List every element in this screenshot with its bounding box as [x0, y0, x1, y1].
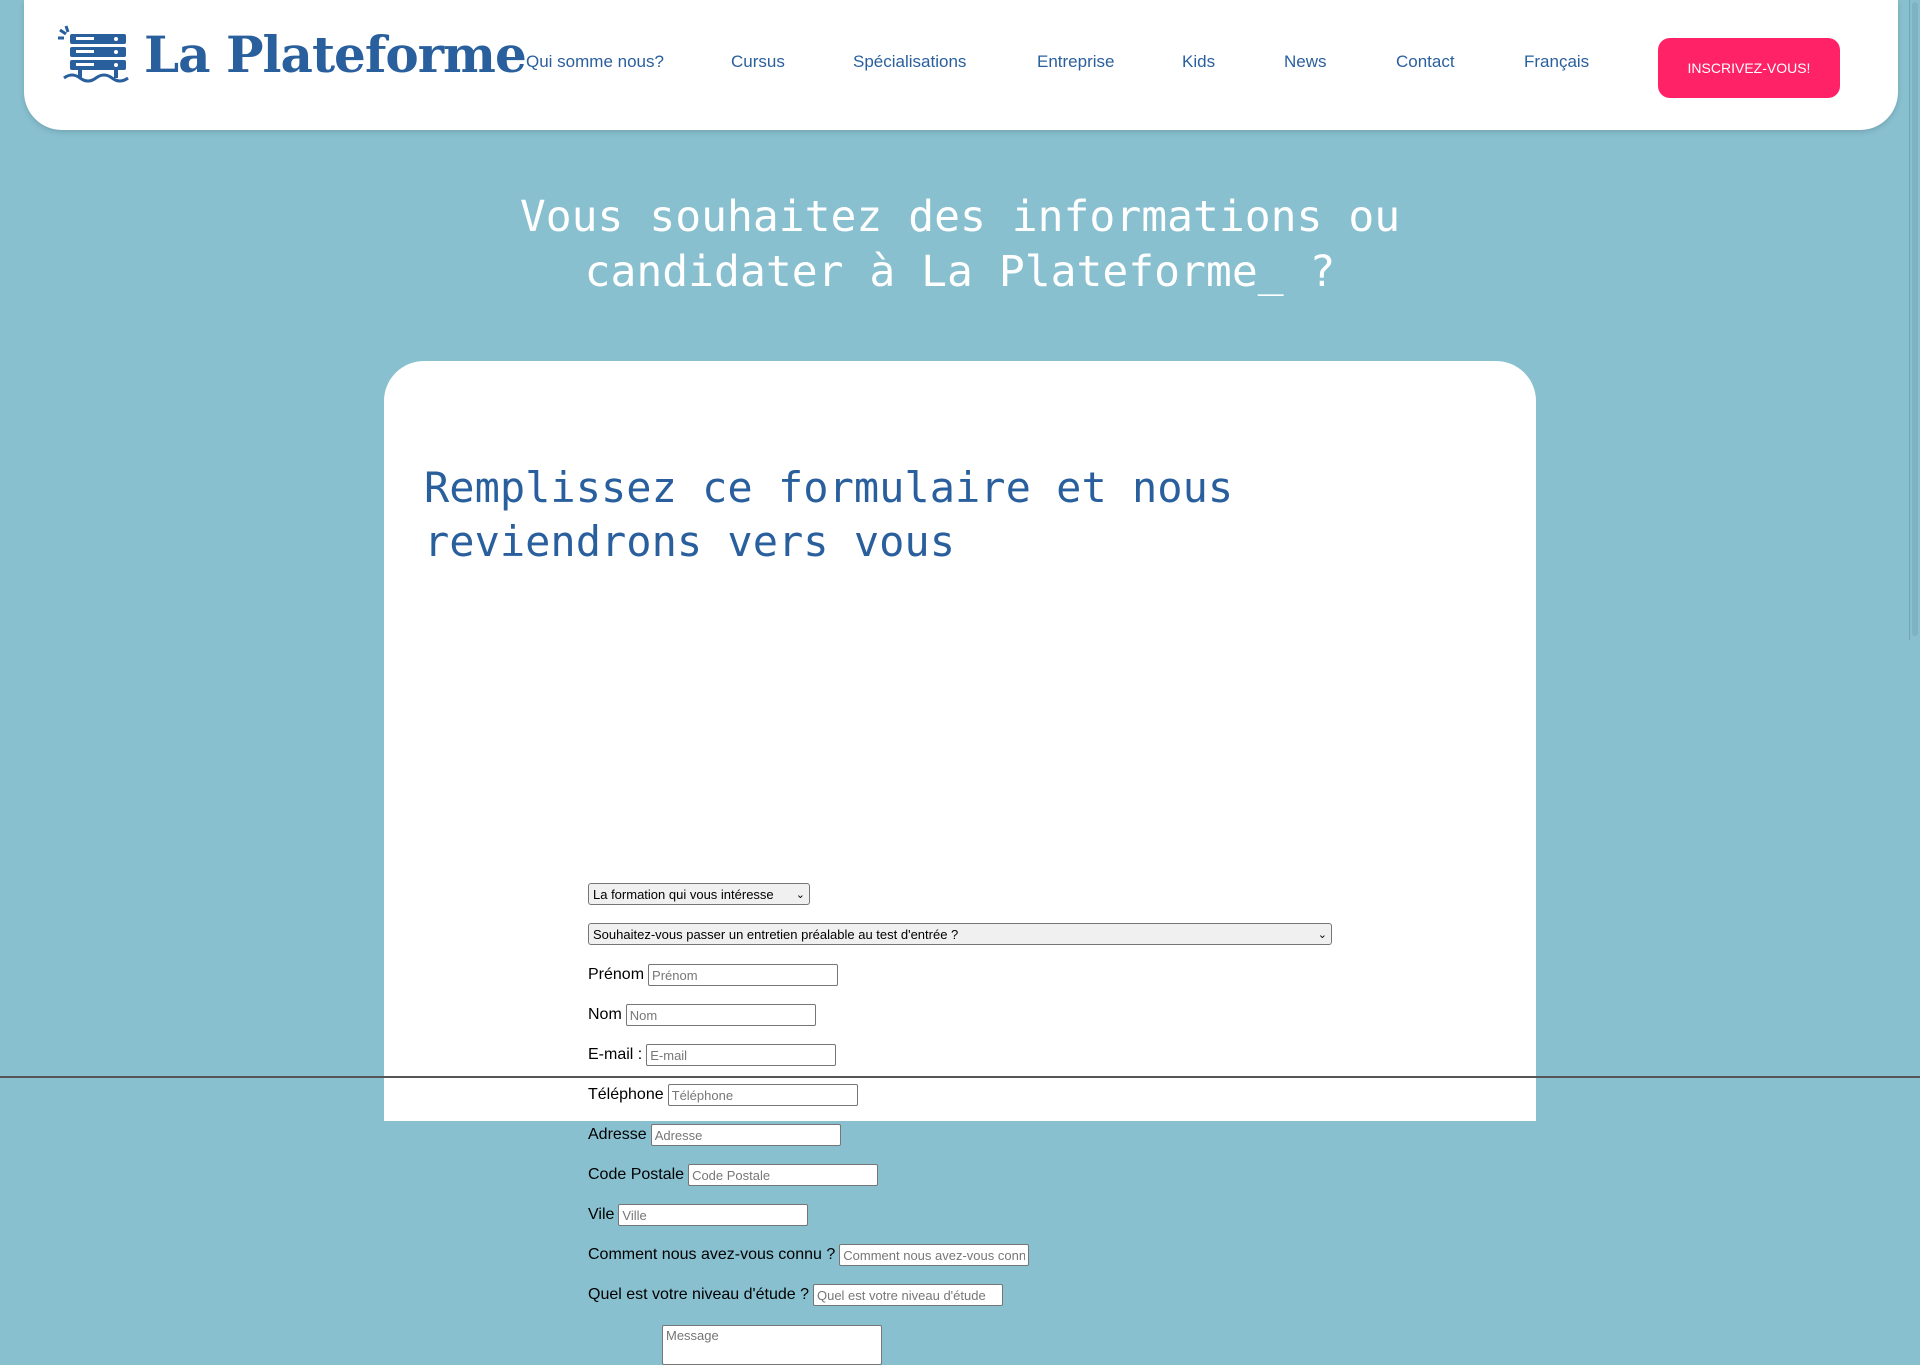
nav-qui-somme-nous[interactable]: Qui somme nous? [526, 52, 664, 72]
field-adresse: Adresse [588, 1123, 841, 1147]
nav-cursus[interactable]: Cursus [731, 52, 785, 72]
field-ville: Vile [588, 1203, 809, 1227]
telephone-input[interactable] [667, 1084, 858, 1106]
nav-specialisations[interactable]: Spécialisations [853, 52, 966, 72]
message-textarea[interactable] [662, 1325, 882, 1365]
source-input[interactable] [839, 1244, 1030, 1266]
field-email: E-mail : [588, 1043, 837, 1067]
nav-entreprise[interactable]: Entreprise [1037, 52, 1114, 72]
nav-kids[interactable]: Kids [1182, 52, 1215, 72]
nav-news[interactable]: News [1284, 52, 1327, 72]
divider [0, 1076, 1920, 1078]
logo-text: La Plateforme [144, 25, 527, 84]
entretien-select-value: Souhaitez-vous passer un entretien préal… [593, 926, 959, 942]
field-label: Prénom [588, 966, 645, 983]
field-code-postale: Code Postale [588, 1163, 879, 1187]
server-rack-logo-icon [58, 25, 129, 83]
logo[interactable]: La Plateforme [54, 24, 527, 86]
register-button[interactable]: INSCRIVEZ-VOUS! [1658, 38, 1840, 98]
field-label: E-mail : [588, 1046, 643, 1063]
hero-line-2: candidater à La Plateforme_ ? [584, 247, 1336, 297]
formation-select-value: La formation qui vous intéresse [593, 886, 774, 902]
code-postale-input[interactable] [688, 1164, 879, 1186]
ville-input[interactable] [618, 1204, 809, 1226]
field-label: Vile [588, 1206, 615, 1223]
field-label: Comment nous avez-vous connu ? [588, 1246, 836, 1263]
form-card: Remplissez ce formulaire et nous reviend… [384, 361, 1536, 1365]
field-telephone: Téléphone [588, 1083, 858, 1107]
hero-heading: Vous souhaitez des informations ou candi… [0, 190, 1920, 300]
field-label: Téléphone [588, 1086, 664, 1103]
field-prenom: Prénom [588, 963, 839, 987]
nav-language[interactable]: Français [1524, 52, 1589, 72]
field-nom: Nom [588, 1003, 816, 1027]
nom-input[interactable] [625, 1004, 816, 1026]
email-input[interactable] [646, 1044, 837, 1066]
form-title: Remplissez ce formulaire et nous reviend… [424, 463, 1234, 566]
chevron-down-icon: ⌄ [795, 888, 805, 901]
field-label: Quel est votre niveau d'étude ? [588, 1286, 809, 1303]
field-label: Nom [588, 1006, 622, 1023]
prenom-input[interactable] [648, 964, 839, 986]
field-niveau-etude: Quel est votre niveau d'étude ? [588, 1283, 1003, 1307]
chevron-down-icon: ⌄ [1317, 928, 1327, 941]
scrollbar-thumb[interactable] [1912, 2, 1918, 636]
nav-contact[interactable]: Contact [1396, 52, 1455, 72]
page-scrollbar[interactable] [1909, 0, 1920, 640]
site-header: La Plateforme Qui somme nous? Cursus Spé… [24, 0, 1898, 130]
entretien-select[interactable]: Souhaitez-vous passer un entretien préal… [588, 923, 1332, 945]
field-label: Adresse [588, 1126, 647, 1143]
adresse-input[interactable] [650, 1124, 841, 1146]
formation-select[interactable]: La formation qui vous intéresse ⌄ [588, 883, 810, 905]
niveau-etude-input[interactable] [812, 1284, 1003, 1306]
hero-line-1: Vous souhaitez des informations ou [519, 192, 1401, 242]
field-source: Comment nous avez-vous connu ? [588, 1243, 1030, 1267]
field-label: Code Postale [588, 1166, 685, 1183]
